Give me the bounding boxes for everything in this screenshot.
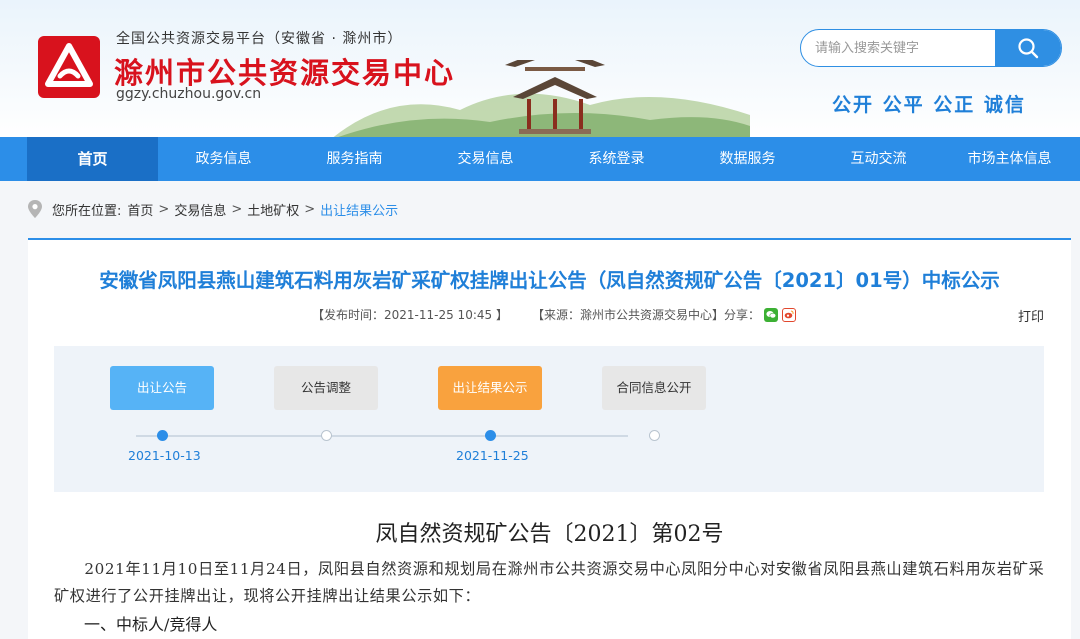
search-input[interactable]: [801, 30, 997, 66]
timeline-node: [649, 430, 660, 441]
article-meta: 【发布时间：2021-11-25 10:45 】 【来源：滁州市公共资源交易中心…: [312, 306, 796, 323]
share-label: 分享：: [723, 308, 760, 322]
platform-name: 全国公共资源交易平台（安徽省 · 滁州市）: [116, 31, 403, 47]
search-button[interactable]: [995, 30, 1061, 66]
timeline-node: [157, 430, 168, 441]
site-slogan: 公开 公平 公正 诚信: [832, 94, 1026, 116]
breadcrumb-separator: >: [231, 201, 243, 217]
print-button[interactable]: 打印: [1018, 306, 1044, 325]
main-nav: 首页 政务信息 服务指南 交易信息 系统登录 数据服务 互动交流 市场主体信息: [0, 137, 1080, 181]
location-pin-icon: [28, 200, 42, 218]
tab-contract-info[interactable]: 合同信息公开: [602, 366, 706, 410]
breadcrumb-separator: >: [304, 201, 316, 217]
breadcrumb: 您所在位置: 首页 > 交易信息 > 土地矿权 > 出让结果公示: [26, 198, 398, 220]
timeline-node: [485, 430, 496, 441]
article-title: 安徽省凤阳县燕山建筑石料用灰岩矿采矿权挂牌出让公告（凤自然资规矿公告〔2021〕…: [99, 269, 1000, 292]
breadcrumb-home[interactable]: 首页: [127, 200, 153, 219]
wechat-share-icon[interactable]: [763, 307, 778, 322]
document-title: 凤自然资规矿公告〔2021〕第02号: [375, 522, 724, 547]
article-card: 安徽省凤阳县燕山建筑石料用灰岩矿采矿权挂牌出让公告（凤自然资规矿公告〔2021〕…: [28, 238, 1071, 639]
nav-item-home[interactable]: 首页: [27, 137, 158, 181]
nav-item-market-entity[interactable]: 市场主体信息: [944, 137, 1075, 181]
breadcrumb-land-mining[interactable]: 土地矿权: [247, 200, 299, 219]
site-domain: ggzy.chuzhou.gov.cn: [116, 86, 262, 102]
nav-item-data-service[interactable]: 数据服务: [682, 137, 813, 181]
article-source: 【来源：滁州市公共资源交易中心】: [531, 308, 724, 322]
weibo-share-icon[interactable]: [781, 307, 796, 322]
timeline-date: 2021-10-13: [128, 448, 201, 463]
tab-result-publicity[interactable]: 出让结果公示: [438, 366, 542, 410]
nav-item-trade-info[interactable]: 交易信息: [420, 137, 551, 181]
publish-time: 【发布时间：2021-11-25 10:45 】: [312, 308, 508, 322]
breadcrumb-trade-info[interactable]: 交易信息: [174, 200, 226, 219]
nav-item-service-guide[interactable]: 服务指南: [289, 137, 420, 181]
document-paragraph: 2021年11月10日至11月24日，凤阳县自然资源和规划局在滁州市公共资源交易…: [54, 560, 1045, 605]
process-timeline: 出让公告 公告调整 出让结果公示 合同信息公开 2021-10-13 2021-…: [54, 346, 1044, 492]
breadcrumb-prefix: 您所在位置:: [52, 203, 122, 219]
breadcrumb-current[interactable]: 出让结果公示: [320, 200, 398, 219]
search-icon: [1018, 38, 1039, 59]
tab-notice-adjustment[interactable]: 公告调整: [274, 366, 378, 410]
site-logo[interactable]: [38, 36, 100, 98]
nav-item-system-login[interactable]: 系统登录: [551, 137, 682, 181]
timeline-node: [321, 430, 332, 441]
timeline-date: 2021-11-25: [456, 448, 529, 463]
site-header: 全国公共资源交易平台（安徽省 · 滁州市） 滁州市公共资源交易中心 ggzy.c…: [0, 0, 1080, 137]
search-bar: [800, 29, 1062, 67]
breadcrumb-separator: >: [158, 201, 170, 217]
timeline-track: [136, 435, 628, 437]
tab-transfer-notice[interactable]: 出让公告: [110, 366, 214, 410]
nav-item-government-info[interactable]: 政务信息: [158, 137, 289, 181]
document-section-heading: 一、中标人/竞得人: [84, 615, 218, 634]
nav-item-interaction[interactable]: 互动交流: [813, 137, 944, 181]
